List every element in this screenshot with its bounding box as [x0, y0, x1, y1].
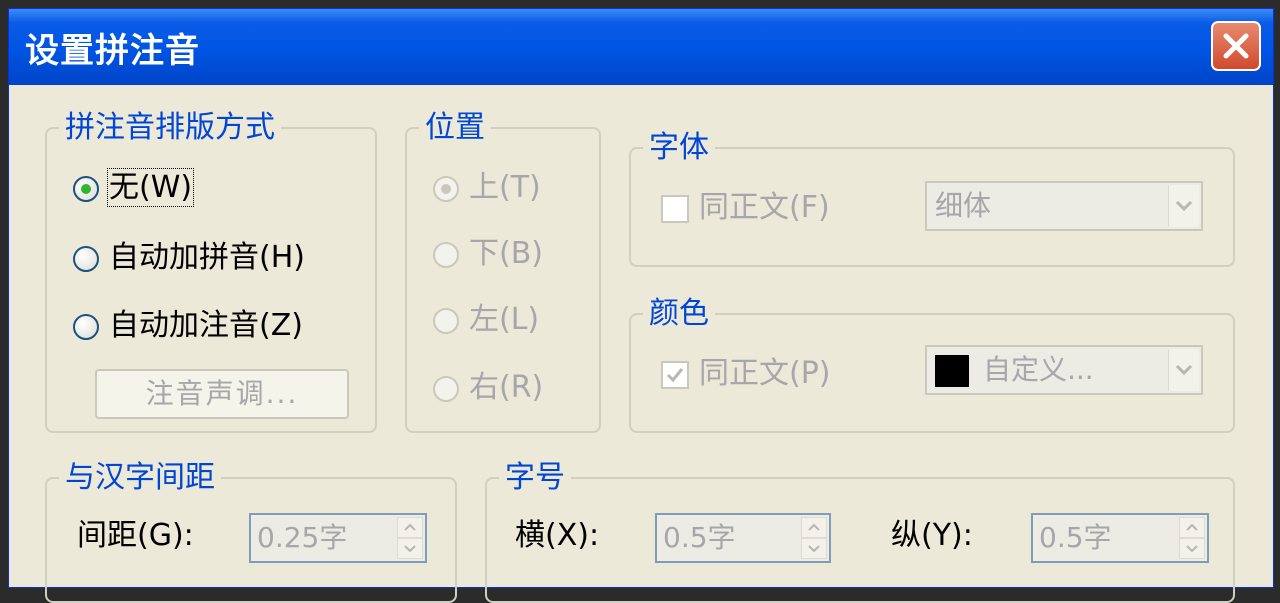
radio-position-left-indicator[interactable] [433, 307, 459, 334]
radio-position-top-indicator[interactable] [433, 175, 459, 202]
size-v-spinbox[interactable]: 0.5字 [1031, 513, 1209, 563]
color-select[interactable]: 自定义... [925, 345, 1203, 395]
chevron-up-icon [808, 523, 820, 531]
checkmark-icon [666, 367, 684, 382]
spacing-legend: 与汉字间距 [65, 460, 215, 495]
size-h-spin-down[interactable] [801, 538, 827, 559]
title-bar[interactable]: 设置拼注音 [9, 9, 1273, 85]
position-legend: 位置 [425, 110, 485, 145]
radio-position-top-label: 上(T) [469, 170, 541, 205]
radio-auto-pinyin-indicator[interactable] [73, 245, 99, 272]
color-swatch [935, 355, 969, 387]
chevron-down-icon [1175, 364, 1193, 376]
size-h-label: 横(X): [515, 518, 600, 553]
size-legend: 字号 [505, 460, 565, 495]
radio-auto-zhuyin[interactable]: 自动加注音(Z) [73, 309, 303, 343]
font-select-dropdown[interactable] [1168, 185, 1199, 227]
size-v-value: 0.5字 [1039, 521, 1112, 554]
chevron-down-icon [1186, 545, 1198, 553]
chevron-down-icon [404, 545, 416, 553]
color-same-as-body-checkbox[interactable] [661, 360, 689, 389]
size-v-spin-up[interactable] [1179, 517, 1205, 538]
radio-position-right[interactable]: 右(R) [433, 371, 543, 405]
font-select-value: 细体 [935, 189, 992, 222]
radio-auto-pinyin-label: 自动加拼音(H) [109, 240, 305, 275]
radio-none-indicator[interactable] [73, 175, 99, 202]
color-legend: 颜色 [649, 296, 709, 331]
radio-position-left[interactable]: 左(L) [433, 303, 539, 337]
color-select-dropdown[interactable] [1168, 349, 1199, 391]
chevron-up-icon [1186, 523, 1198, 531]
tone-button[interactable]: 注音声调... [95, 369, 349, 419]
font-same-as-body-label: 同正文(F) [699, 190, 830, 225]
size-h-spinbox[interactable]: 0.5字 [655, 513, 831, 563]
font-legend: 字体 [649, 130, 709, 165]
radio-position-bottom-indicator[interactable] [433, 241, 459, 268]
radio-position-right-indicator[interactable] [433, 375, 459, 402]
radio-position-right-label: 右(R) [469, 370, 544, 405]
radio-position-bottom[interactable]: 下(B) [433, 237, 543, 271]
chevron-up-icon [404, 523, 416, 531]
spacing-spin-down[interactable] [397, 538, 423, 559]
radio-none-label: 无(W) [106, 168, 195, 207]
radio-none[interactable]: 无(W) [73, 168, 195, 207]
close-icon [1223, 33, 1249, 59]
dialog-content: 拼注音排版方式 无(W) 自动加拼音(H) 自动加注音(Z) 注音声调... 位… [9, 85, 1273, 603]
chevron-down-icon [1175, 200, 1193, 212]
spacing-value: 0.25字 [257, 521, 348, 554]
dialog-window: 设置拼注音 拼注音排版方式 无(W) 自动加拼音(H) 自动加注音(Z) 注音声… [8, 8, 1274, 603]
spacing-spin-up[interactable] [397, 517, 423, 538]
spacing-label: 间距(G): [77, 518, 194, 553]
color-same-as-body-label: 同正文(P) [699, 356, 831, 391]
spacing-spinbox[interactable]: 0.25字 [249, 513, 427, 563]
chevron-down-icon [808, 545, 820, 553]
size-v-spin-down[interactable] [1179, 538, 1205, 559]
size-h-value: 0.5字 [663, 521, 736, 554]
close-button[interactable] [1211, 21, 1261, 71]
size-v-label: 纵(Y): [891, 518, 973, 553]
radio-auto-pinyin[interactable]: 自动加拼音(H) [73, 241, 305, 275]
font-select[interactable]: 细体 [925, 181, 1203, 231]
radio-position-top[interactable]: 上(T) [433, 171, 541, 205]
radio-position-left-label: 左(L) [469, 302, 540, 337]
size-h-spin-up[interactable] [801, 517, 827, 538]
font-same-as-body-checkbox[interactable] [661, 194, 689, 223]
radio-auto-zhuyin-label: 自动加注音(Z) [109, 308, 303, 343]
dialog-title: 设置拼注音 [25, 31, 200, 71]
layout-mode-legend: 拼注音排版方式 [65, 110, 275, 145]
color-same-as-body[interactable]: 同正文(P) [661, 357, 831, 391]
color-select-value: 自定义... [983, 353, 1094, 386]
font-same-as-body[interactable]: 同正文(F) [661, 191, 830, 225]
radio-auto-zhuyin-indicator[interactable] [73, 313, 99, 340]
radio-position-bottom-label: 下(B) [469, 236, 543, 271]
